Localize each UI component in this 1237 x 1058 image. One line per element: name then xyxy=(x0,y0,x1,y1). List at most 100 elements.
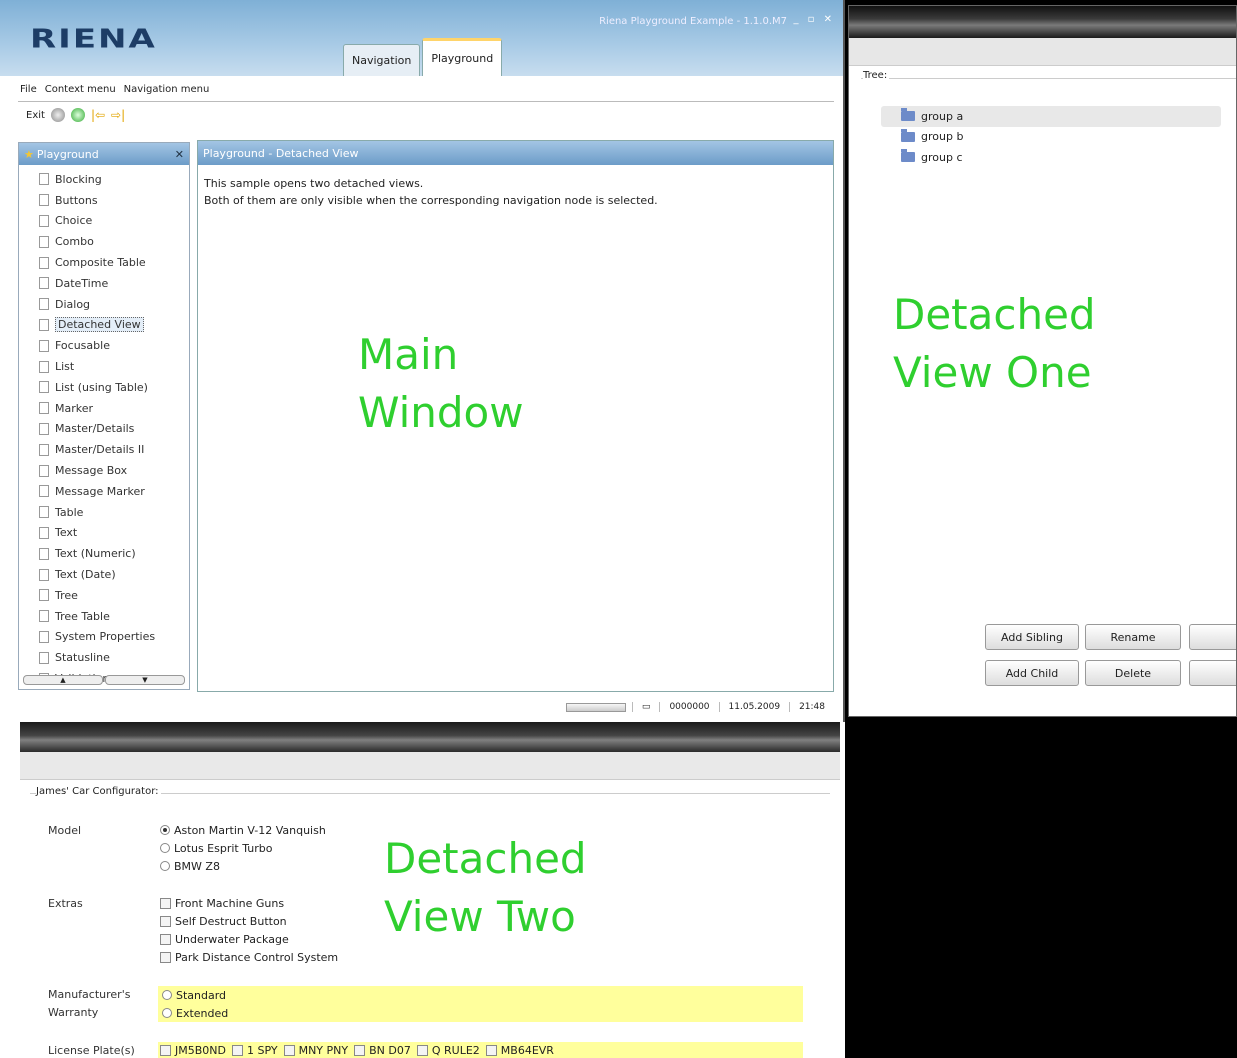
extras-option[interactable]: Underwater Package xyxy=(160,930,289,948)
checkbox[interactable] xyxy=(160,897,171,909)
menu-file[interactable]: File xyxy=(20,84,37,95)
nav-item[interactable]: Message Box xyxy=(39,460,189,481)
document-icon xyxy=(39,194,49,207)
menu-navigation[interactable]: Navigation menu xyxy=(124,84,210,95)
checkbox[interactable] xyxy=(416,1044,428,1056)
toolbar-button-clipped[interactable] xyxy=(1189,660,1236,686)
plate-option[interactable]: MB64EVR xyxy=(485,1041,554,1058)
delete-button[interactable]: Delete xyxy=(1085,660,1181,686)
nav-item-label: Composite Table xyxy=(55,256,146,270)
exit-button[interactable]: Exit xyxy=(26,110,45,121)
model-option[interactable]: Aston Martin V-12 Vanquish xyxy=(160,821,326,839)
radio-selected[interactable] xyxy=(160,825,170,835)
stop-icon[interactable] xyxy=(50,108,65,122)
plate-option[interactable]: MNY PNY xyxy=(283,1041,349,1058)
radio[interactable] xyxy=(160,861,170,871)
warranty-option[interactable]: Extended xyxy=(162,1004,228,1022)
nav-item[interactable]: Dialog xyxy=(39,294,189,315)
nav-item[interactable]: Statusline xyxy=(39,647,189,668)
model-option[interactable]: BMW Z8 xyxy=(160,857,220,875)
go-icon[interactable] xyxy=(70,108,85,122)
checkbox[interactable] xyxy=(160,933,171,945)
view-two-titlebar xyxy=(20,722,840,752)
checkbox[interactable] xyxy=(160,951,171,963)
checkbox[interactable] xyxy=(354,1044,366,1056)
nav-item[interactable]: Master/Details II xyxy=(39,439,189,460)
nav-item[interactable]: List xyxy=(39,356,189,377)
navigation-scroll: ▲ ▼ xyxy=(23,675,185,685)
nav-item[interactable]: Buttons xyxy=(39,190,189,211)
nav-item[interactable]: DateTime xyxy=(39,273,189,294)
folder-icon xyxy=(901,108,915,122)
add-child-button[interactable]: Add Child xyxy=(985,660,1079,686)
nav-item[interactable]: Master/Details xyxy=(39,419,189,440)
nav-item[interactable]: Text xyxy=(39,523,189,544)
tree-item-label: group b xyxy=(921,130,964,144)
close-icon[interactable]: ✕ xyxy=(175,148,184,161)
nav-item[interactable]: Table xyxy=(39,502,189,523)
view-two-strip xyxy=(20,752,840,780)
plate-option[interactable]: Q RULE2 xyxy=(416,1041,480,1058)
scroll-up-button[interactable]: ▲ xyxy=(23,675,103,685)
radio[interactable] xyxy=(162,990,172,1000)
rename-button[interactable]: Rename xyxy=(1085,624,1181,650)
nav-item[interactable]: Blocking xyxy=(39,169,189,190)
tab-playground[interactable]: Playground xyxy=(422,38,503,76)
tree-item[interactable]: group a xyxy=(881,106,1221,127)
extras-option[interactable]: Self Destruct Button xyxy=(160,912,287,930)
plate-option-label: Q RULE2 xyxy=(431,1043,480,1057)
extras-option[interactable]: Park Distance Control System xyxy=(160,948,338,966)
warranty-option[interactable]: Standard xyxy=(162,986,226,1004)
nav-item-label: Marker xyxy=(55,401,94,415)
plate-option[interactable]: JM5B0ND xyxy=(160,1041,226,1058)
nav-item[interactable]: Text (Date) xyxy=(39,564,189,585)
checkbox[interactable] xyxy=(160,1044,171,1056)
nav-item[interactable]: System Properties xyxy=(39,627,189,648)
warranty-option-label: Extended xyxy=(176,1006,229,1020)
riena-logo: RIENA xyxy=(30,24,157,54)
tab-navigation[interactable]: Navigation xyxy=(343,44,421,76)
checkbox[interactable] xyxy=(160,915,171,927)
nav-item[interactable]: Tree xyxy=(39,585,189,606)
nav-item[interactable]: Message Marker xyxy=(39,481,189,502)
checkbox[interactable] xyxy=(283,1044,295,1056)
nav-item-label: List xyxy=(55,360,75,374)
nav-item[interactable]: Choice xyxy=(39,211,189,232)
add-sibling-button[interactable]: Add Sibling xyxy=(985,624,1079,650)
window-controls[interactable]: _ ▫ ✕ xyxy=(793,14,835,25)
extras-option-label: Park Distance Control System xyxy=(175,950,339,964)
nav-item[interactable]: Combo xyxy=(39,231,189,252)
document-icon xyxy=(39,256,49,269)
nav-item[interactable]: Tree Table xyxy=(39,606,189,627)
tree-item[interactable]: group c xyxy=(881,147,1221,168)
checkbox[interactable] xyxy=(231,1044,243,1056)
plate-option[interactable]: 1 SPY xyxy=(231,1041,278,1058)
extras-option-label: Underwater Package xyxy=(175,932,289,946)
radio[interactable] xyxy=(160,843,170,853)
plate-option-label: MNY PNY xyxy=(298,1043,349,1057)
document-icon xyxy=(39,568,49,581)
nav-item[interactable]: Composite Table xyxy=(39,252,189,273)
nav-item[interactable]: Detached View xyxy=(39,315,189,336)
navigation-header: ★ Playground ✕ xyxy=(19,143,189,165)
scroll-down-button[interactable]: ▼ xyxy=(105,675,185,685)
plate-option[interactable]: BN D07 xyxy=(354,1041,411,1058)
forward-arrow-icon[interactable]: ⇨| xyxy=(111,108,125,122)
view-one-strip xyxy=(849,38,1236,66)
checkbox[interactable] xyxy=(485,1044,497,1056)
status-date: 11.05.2009 xyxy=(718,702,790,712)
document-icon xyxy=(39,277,49,290)
radio[interactable] xyxy=(162,1008,172,1018)
nav-item[interactable]: Text (Numeric) xyxy=(39,543,189,564)
tree-item[interactable]: group b xyxy=(881,127,1221,148)
model-option[interactable]: Lotus Esprit Turbo xyxy=(160,839,272,857)
extras-option[interactable]: Front Machine Guns xyxy=(160,894,284,912)
model-label: Model xyxy=(48,824,82,837)
nav-item[interactable]: Focusable xyxy=(39,335,189,356)
menu-context[interactable]: Context menu xyxy=(45,84,116,95)
nav-item[interactable]: Marker xyxy=(39,398,189,419)
back-arrow-icon[interactable]: |⇦ xyxy=(91,108,105,122)
nav-item[interactable]: List (using Table) xyxy=(39,377,189,398)
plate-option-label: 1 SPY xyxy=(246,1043,278,1057)
toolbar-button-clipped[interactable] xyxy=(1189,624,1236,650)
